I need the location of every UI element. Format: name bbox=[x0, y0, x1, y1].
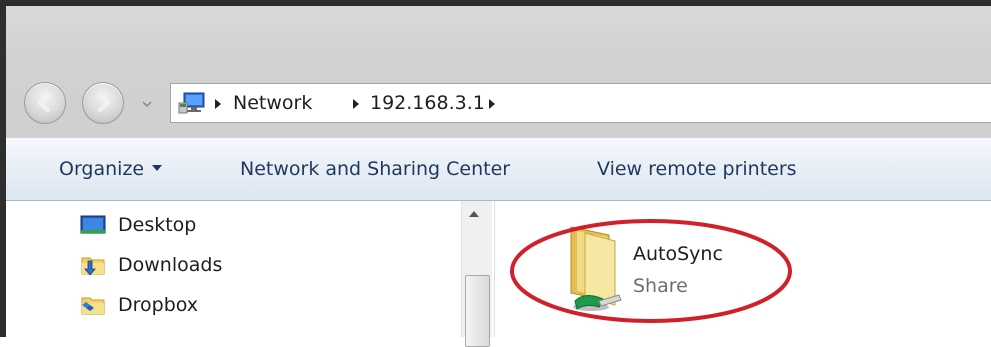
nav-item-label: Desktop bbox=[118, 214, 197, 236]
view-remote-printers-button[interactable]: View remote printers bbox=[597, 158, 797, 180]
nav-item-desktop[interactable]: Desktop bbox=[80, 209, 196, 241]
organize-label: Organize bbox=[59, 158, 145, 180]
chevron-down-icon bbox=[152, 164, 163, 171]
organize-menu-button[interactable]: Organize bbox=[59, 158, 163, 180]
nav-pane-scrollbar[interactable] bbox=[461, 201, 492, 347]
navigation-pane: Desktop Downloads Dropbox bbox=[6, 201, 495, 347]
dropbox-folder-icon bbox=[81, 297, 105, 315]
nav-item-label: Dropbox bbox=[118, 294, 199, 316]
nav-item-label: Downloads bbox=[118, 254, 223, 276]
nav-item-downloads[interactable]: Downloads bbox=[80, 249, 222, 281]
address-bar[interactable]: Network 192.168.3.1 bbox=[170, 83, 991, 123]
back-arrow-icon bbox=[38, 94, 50, 112]
breadcrumb-network[interactable]: Network bbox=[233, 92, 312, 114]
scroll-up-arrow-icon[interactable] bbox=[469, 211, 479, 217]
downloads-folder-icon bbox=[81, 257, 105, 276]
nav-item-dropbox[interactable]: Dropbox bbox=[80, 289, 198, 321]
recent-pages-dropdown[interactable] bbox=[142, 100, 152, 108]
breadcrumb-separator[interactable] bbox=[215, 99, 221, 109]
network-computer-icon bbox=[178, 92, 205, 114]
breadcrumb-ip[interactable]: 192.168.3.1 bbox=[370, 92, 485, 114]
highlight-ellipse bbox=[510, 219, 792, 323]
network-sharing-center-button[interactable]: Network and Sharing Center bbox=[240, 158, 510, 180]
explorer-window: Network 192.168.3.1 Organize Network and… bbox=[0, 0, 991, 347]
forward-button[interactable] bbox=[82, 82, 124, 124]
scroll-thumb[interactable] bbox=[465, 275, 490, 347]
back-button[interactable] bbox=[24, 82, 66, 124]
breadcrumb-separator[interactable] bbox=[353, 99, 359, 109]
breadcrumb-separator[interactable] bbox=[489, 99, 495, 109]
forward-arrow-icon bbox=[98, 94, 110, 112]
command-toolbar: Organize Network and Sharing Center View… bbox=[6, 137, 991, 201]
desktop-icon bbox=[80, 215, 106, 234]
